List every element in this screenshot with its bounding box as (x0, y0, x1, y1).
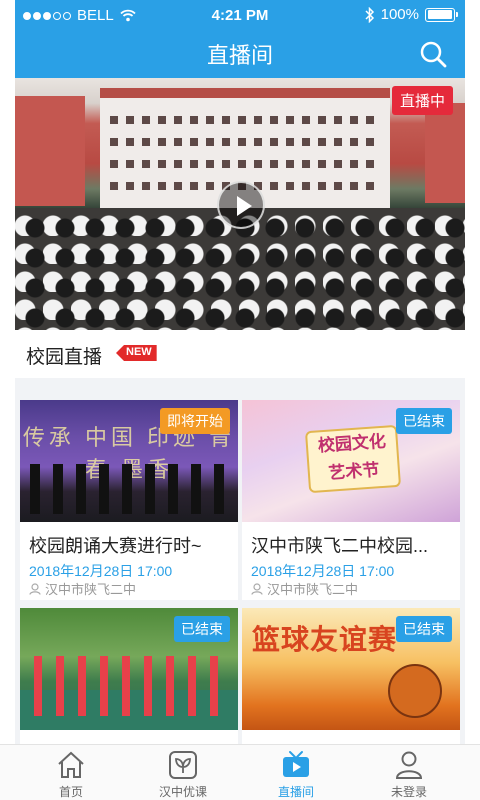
new-badge: NEW (116, 345, 157, 361)
battery-icon (425, 7, 458, 22)
live-badge: 直播中 (391, 86, 453, 115)
players-image (34, 656, 224, 716)
tab-home[interactable]: 首页 (26, 749, 116, 800)
tab-label: 汉中优课 (158, 785, 207, 799)
tab-label: 首页 (58, 785, 83, 799)
section-title: 校园直播 (26, 347, 103, 368)
featured-live-video[interactable]: 直播中 (15, 78, 465, 330)
user-icon (395, 751, 423, 779)
building-left (15, 96, 85, 206)
tab-courses[interactable]: 汉中优课 (138, 749, 228, 800)
card-thumbnail: 篮球友谊赛 已结束 (242, 608, 460, 730)
tv-icon (283, 751, 309, 777)
card-title: 校园朗诵大赛进行时~ (29, 536, 202, 556)
card-thumbnail: 校园文化 艺术节 已结束 (242, 400, 460, 522)
building-right (425, 103, 465, 203)
poster-text: 篮球友谊赛 (252, 624, 398, 655)
play-button-icon[interactable] (217, 181, 265, 229)
card-location-text: 汉中市陕飞二中 (45, 582, 137, 597)
performers-image (30, 464, 228, 514)
nav-header: 直播间 (15, 30, 465, 78)
status-badge: 已结束 (396, 616, 452, 642)
battery-percent: 100% (380, 6, 419, 23)
card-location: 汉中市陕飞二中 (29, 579, 136, 598)
tab-label: 未登录 (390, 785, 427, 799)
bottom-tab-bar: 首页 汉中优课 直播间 未登录 (0, 744, 480, 800)
poster-title: 校园文化 艺术节 (304, 424, 402, 494)
card-time: 2018年12月28日 17:00 (29, 563, 173, 579)
search-icon[interactable] (419, 40, 447, 68)
leaf-icon (169, 751, 197, 779)
tab-live[interactable]: 直播间 (251, 749, 341, 800)
card-title: 汉中市陕飞二中校园... (251, 536, 429, 556)
status-badge: 即将开始 (160, 408, 230, 434)
live-card[interactable]: 传承 中国 印迹 青春 墨香 即将开始 校园朗诵大赛进行时~ 2018年12月2… (20, 400, 238, 600)
tab-label: 直播间 (277, 785, 314, 799)
card-location: 汉中市陕飞二中 (251, 579, 358, 598)
page-title: 直播间 (206, 43, 273, 68)
live-card[interactable]: 已结束 (20, 608, 238, 744)
card-time: 2018年12月28日 17:00 (251, 563, 395, 579)
status-badge: 已结束 (174, 616, 230, 642)
bluetooth-icon (365, 6, 374, 23)
live-card[interactable]: 篮球友谊赛 已结束 (242, 608, 460, 744)
live-card-grid: 传承 中国 印迹 青春 墨香 即将开始 校园朗诵大赛进行时~ 2018年12月2… (15, 378, 465, 744)
status-bar: BELL 4:21 PM 100% (15, 0, 465, 30)
live-card[interactable]: 校园文化 艺术节 已结束 汉中市陕飞二中校园... 2018年12月28日 17… (242, 400, 460, 600)
card-thumbnail: 传承 中国 印迹 青春 墨香 即将开始 (20, 400, 238, 522)
basketball-icon (388, 664, 442, 718)
tab-profile[interactable]: 未登录 (364, 749, 454, 800)
status-badge: 已结束 (396, 408, 452, 434)
status-right: 100% (365, 6, 458, 23)
card-thumbnail: 已结束 (20, 608, 238, 730)
user-icon (251, 582, 263, 595)
card-location-text: 汉中市陕飞二中 (267, 582, 359, 597)
poster-text: 校园文化 艺术节 (317, 431, 387, 483)
home-icon (58, 751, 84, 778)
user-icon (29, 582, 41, 595)
